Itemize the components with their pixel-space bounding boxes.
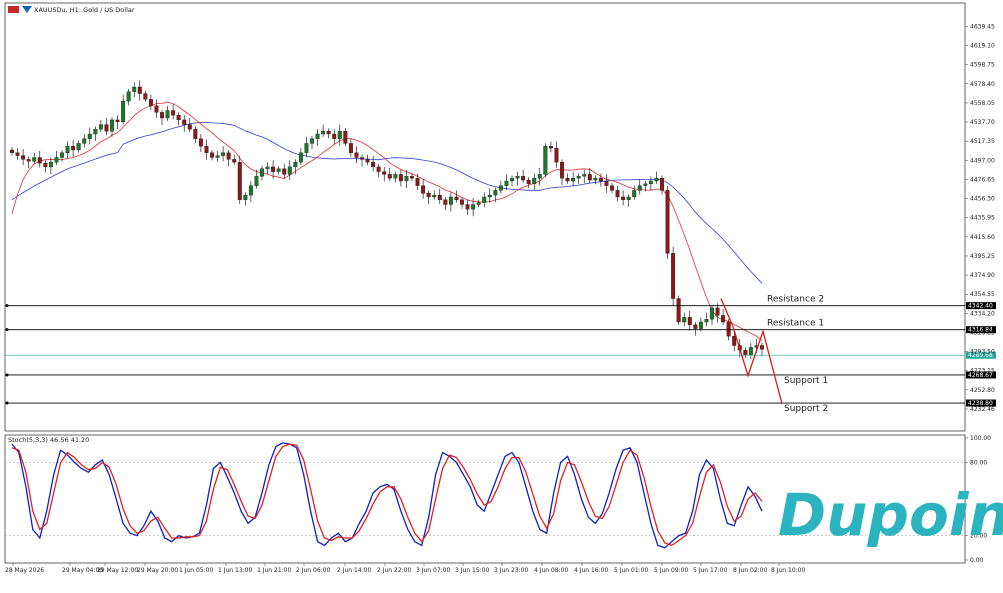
- price-tick-label: 4598.75: [970, 62, 995, 69]
- time-tick-label: 8 Jun 10:00: [771, 567, 805, 574]
- time-tick-label: 2 Jun 06:00: [296, 567, 330, 574]
- candle: [237, 155, 242, 205]
- price-tick-label: 4374.90: [970, 272, 995, 279]
- stoch-title: Stoch(5,3,3) 46.56 41.20: [8, 436, 89, 444]
- price-tick-label: 4476.65: [970, 176, 995, 183]
- price-tick-label: 4415.60: [970, 234, 995, 241]
- stoch-tick-label: 0.00: [970, 557, 984, 564]
- level-price-tag-text: 4342.40: [968, 303, 993, 310]
- time-tick-label: 29 May 20:00: [137, 567, 178, 574]
- chart-title: XAUUSDu, H1: Gold / US Dollar: [34, 6, 135, 14]
- time-tick-label: 1 Jun 05:00: [179, 567, 213, 574]
- level-anchor: [5, 373, 9, 377]
- price-tick-label: 4354.55: [970, 291, 995, 298]
- price-tick-label: 4293.50: [970, 349, 995, 356]
- time-tick-label: 5 Jun 17:00: [693, 567, 727, 574]
- time-tick-label: 2 Jun 22:00: [377, 567, 411, 574]
- time-tick-label: 28 May 2026: [5, 567, 44, 574]
- price-tick-label: 4578.40: [970, 81, 995, 88]
- level-anchor: [5, 304, 9, 308]
- time-tick-label: 8 Jun 02:00: [733, 567, 767, 574]
- price-tick-label: 4395.25: [970, 253, 995, 260]
- time-tick-label: 5 Jun 01:00: [614, 567, 648, 574]
- time-tick-label: 3 Jun 15:00: [455, 567, 489, 574]
- stoch-tick-label: 80.00: [970, 459, 987, 466]
- time-tick-label: 3 Jun 07:00: [416, 567, 450, 574]
- time-tick-label: 1 Jun 13:00: [218, 567, 252, 574]
- price-tick-label: 4334.20: [970, 310, 995, 317]
- time-axis: 28 May 2026 29 May 04:0029 May 12:0029 Ma…: [5, 563, 805, 574]
- level-anchor: [5, 401, 9, 405]
- price-tick-label: 4517.35: [970, 138, 995, 145]
- candle: [343, 128, 348, 147]
- level-anchor: [5, 328, 9, 332]
- level-label: Resistance 2: [767, 295, 824, 305]
- dupoin-logo: Dupoin: [778, 481, 1003, 549]
- price-tick-label: 4273.15: [970, 368, 995, 375]
- time-tick-label: 1 Jun 21:00: [257, 567, 291, 574]
- time-tick-label: 29 May 12:00: [97, 567, 138, 574]
- time-tick-label: 5 Jun 09:00: [654, 567, 688, 574]
- price-panel-frame: [4, 2, 966, 432]
- stoch-tick-label: 100.00: [970, 435, 991, 442]
- price-tick-label: 4619.10: [970, 43, 995, 50]
- level-label: Resistance 1: [767, 319, 824, 329]
- trading-chart: XAUUSDu, H1: Gold / US Dollar 4342.40 Res…: [4, 2, 1003, 574]
- price-tick-label: 4456.30: [970, 196, 995, 203]
- time-tick-label: 4 Jun 16:00: [574, 567, 608, 574]
- price-tick-label: 4497.00: [970, 157, 995, 164]
- candle: [676, 295, 681, 325]
- time-tick-label: 4 Jun 08:00: [534, 567, 568, 574]
- level-label: Support 2: [784, 404, 828, 414]
- price-tick-label: 4639.45: [970, 23, 995, 30]
- price-tick-label: 4313.85: [970, 329, 995, 336]
- level-label: Support 1: [784, 376, 828, 386]
- candle: [543, 143, 548, 178]
- price-tick-label: 4558.05: [970, 100, 995, 107]
- time-tick-label: 2 Jun 14:00: [337, 567, 371, 574]
- price-tick-label: 4232.46: [970, 406, 995, 413]
- candle: [671, 246, 676, 306]
- candle: [665, 185, 670, 260]
- price-tick-label: 4252.80: [970, 387, 995, 394]
- price-axis: 4639.45 4619.10 4598.75 4578.40 4558.05 4537.…: [965, 23, 995, 413]
- price-tick-label: 4435.95: [970, 215, 995, 222]
- price-tick-label: 4537.70: [970, 119, 995, 126]
- time-tick-label: 3 Jun 23:00: [494, 567, 528, 574]
